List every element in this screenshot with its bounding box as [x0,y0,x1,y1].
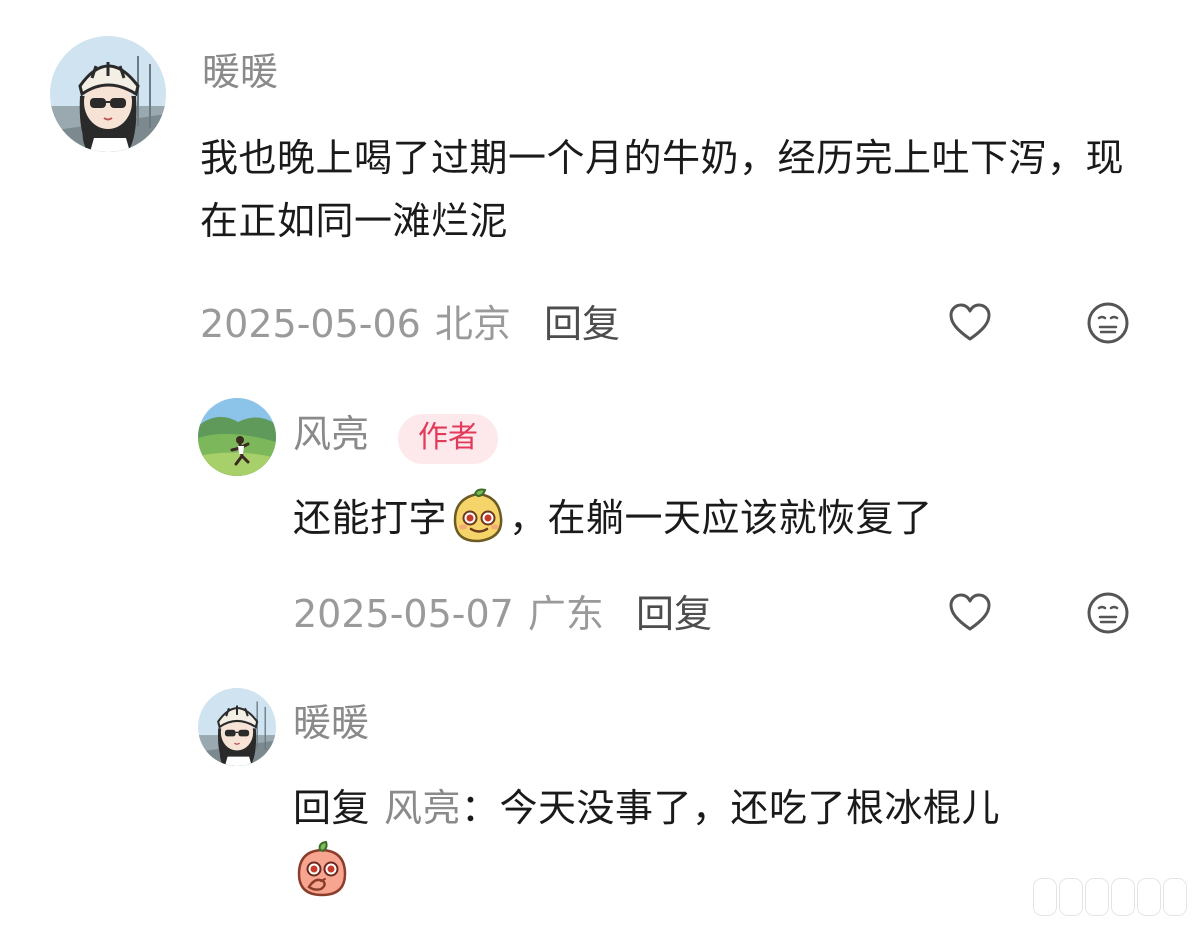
username[interactable]: 风亮 [293,415,369,453]
comment-text: 回复 风亮：今天没事了，还吃了根冰棍儿 [293,777,1153,903]
meh-face-icon[interactable] [1085,590,1131,636]
author-badge: 作者 [398,414,498,464]
comment-meta: 2025-05-07 广东 [293,595,604,633]
comment-text: 还能打字 ，在躺一天应该就恢复了 [293,487,1153,550]
reply-button[interactable]: 回复 [544,305,620,343]
comment-text-part: ，在躺一天应该就恢复了 [509,496,933,540]
mention-username[interactable]: 风亮 [384,786,461,830]
heart-outline-icon[interactable] [947,590,993,636]
avatar-girl-helmet-icon [198,688,276,766]
comment-meta: 2025-05-06 北京 [200,305,511,343]
comment-date: 2025-05-06 [200,302,421,346]
comment-text: 我也晚上喝了过期一个月的牛奶，经历完上吐下泻，现在正如同一滩烂泥 [200,136,1125,243]
comment-text-part: 还能打字 [293,496,448,540]
watermark [1034,879,1186,915]
comment-text-part: ：今天没事了，还吃了根冰棍儿 [461,786,1001,830]
username[interactable]: 暖暖 [293,704,369,742]
smug-mango-emoji-icon [449,488,507,546]
meh-face-icon[interactable] [1085,300,1131,346]
heart-outline-icon[interactable] [947,300,993,346]
comment-location: 广东 [527,592,604,636]
avatar-landscape-runner-icon [198,398,276,476]
reply-button[interactable]: 回复 [636,595,712,633]
username[interactable]: 暖暖 [202,53,278,91]
comment-date: 2025-05-07 [293,592,514,636]
peach-thinking-emoji-icon [293,840,351,899]
reply-prefix: 回复 [293,786,371,830]
comment-location: 北京 [434,302,511,346]
avatar[interactable] [198,688,276,766]
avatar[interactable] [198,398,276,476]
avatar-girl-helmet-icon [50,36,166,152]
avatar[interactable] [50,36,166,152]
